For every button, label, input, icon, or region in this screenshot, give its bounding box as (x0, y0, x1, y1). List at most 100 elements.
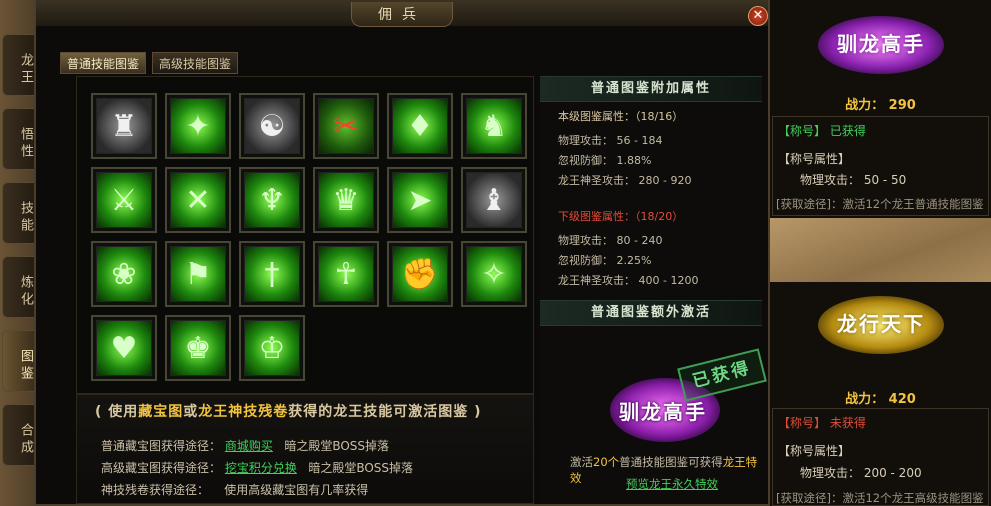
side-tab-codex[interactable]: 图鉴 (2, 330, 36, 392)
next-attr-ignore-def: 忽视防御： 2.25% (558, 254, 652, 267)
skill-slot[interactable]: ♆ (239, 167, 305, 233)
skill-slot[interactable]: ♦ (387, 93, 453, 159)
tab-normal-codex[interactable]: 普通技能图鉴 (60, 52, 147, 74)
lotus-meditation-icon: ❀ (96, 246, 152, 302)
side-tab-synthesis[interactable]: 合成 (2, 404, 36, 466)
skill-slot[interactable]: ✕ (165, 167, 231, 233)
source-row-normal-map: 普通藏宝图获得途径： 商城购买 暗之殿堂BOSS掉落 (101, 437, 389, 454)
title-card-dragon-tamer: 驯龙高手 战力： 290 【称号】 已获得 【称号属性】 物理攻击： 50 - … (770, 0, 991, 218)
giant-sword-icon: † (244, 246, 300, 302)
next-attr-holy: 龙王神圣攻击： 400 - 1200 (558, 274, 699, 287)
heart-orb-icon: ♥ (96, 320, 152, 376)
shop-link[interactable]: 商城购买 (225, 439, 273, 453)
skill-slot[interactable]: ♔ (239, 315, 305, 381)
current-attr-physical: 物理攻击： 56 - 184 (558, 134, 663, 147)
desc-count: 20个 (593, 455, 620, 469)
energy-blade-icon: ⚔ (96, 172, 152, 228)
current-attr-ignore-def: 忽视防御： 1.88% (558, 154, 652, 167)
title-state: 已获得 (829, 124, 866, 138)
skill-grid: ♜ ✦ ☯ ✂ ♦ ♞ ⚔ ✕ ♆ ♛ ➤ ♝ ❀ ⚑ † ☥ ✊ ✧ ♥ ♚ ♔ (76, 76, 534, 394)
skill-slot[interactable]: ⚔ (91, 167, 157, 233)
card-title-status: 【称号】 未获得 (778, 414, 866, 431)
mercenary-window: 佣兵 ✕ 普通技能图鉴 高级技能图鉴 ♜ ✦ ☯ ✂ ♦ ♞ ⚔ ✕ ♆ ♛ ➤ ♝ ❀ ⚑ † ☥ ✊ ✧ ♥ ♚ ♔… (34, 0, 770, 506)
next-level-label: 下级图鉴属性：（18/20） (558, 210, 684, 223)
hint-treasure-map: 藏宝图 (138, 404, 184, 420)
crossed-blades-icon: ✕ (170, 172, 226, 228)
source-extra: 使用高级藏宝图有几率获得 (224, 483, 369, 497)
skill-slot[interactable]: ➤ (387, 167, 453, 233)
source-label: 普通藏宝图获得途径： (101, 439, 222, 453)
current-level-label: 本级图鉴属性：（18/16） (558, 110, 684, 123)
attr-heading: 普通图鉴附加属性 (540, 76, 762, 102)
skill-slot[interactable]: ✊ (387, 241, 453, 307)
dragon-tamer-badge: 驯龙高手 (806, 8, 956, 82)
skill-slot[interactable]: ♜ (91, 93, 157, 159)
source-extra: 暗之殿堂BOSS掉落 (284, 439, 390, 453)
skill-slot[interactable]: ✂ (313, 93, 379, 159)
card-attr-value: 物理攻击： 200 - 200 (800, 466, 922, 480)
extra-heading: 普通图鉴额外激活 (540, 300, 762, 326)
window-title-bar: 佣兵 (36, 0, 768, 27)
source-extra: 暗之殿堂BOSS掉落 (308, 461, 414, 475)
dragon-tamer-medal: 驯龙高手 已获得 (580, 338, 767, 448)
side-tab-skills[interactable]: 技能 (2, 182, 36, 244)
skill-slot[interactable]: ♚ (165, 315, 231, 381)
skill-slot[interactable]: ♞ (461, 93, 527, 159)
side-tab-dragon-king[interactable]: 龙王 (2, 34, 36, 96)
title-tag: 【称号】 (778, 416, 827, 430)
source-row-scroll: 神技残卷获得途径： 使用高级藏宝图有几率获得 (101, 481, 368, 498)
skill-slot[interactable]: ♝ (461, 167, 527, 233)
skill-slot[interactable]: ♥ (91, 315, 157, 381)
codex-tabs: 普通技能图鉴 高级技能图鉴 (60, 52, 244, 74)
tab-advanced-codex[interactable]: 高级技能图鉴 (152, 52, 239, 74)
dragon-head-icon: ♞ (466, 98, 522, 154)
points-exchange-link[interactable]: 挖宝积分兑换 (225, 461, 297, 475)
current-attr-holy: 龙王神圣攻击： 280 - 920 (558, 174, 692, 187)
crystal-shards-icon: ♦ (392, 98, 448, 154)
flexing-giant-icon: ♛ (318, 172, 374, 228)
source-info-box: ( 使用藏宝图或龙王神技残卷获得的龙王技能可激活图鉴 ) 普通藏宝图获得途径： … (76, 394, 534, 504)
fist-icon: ✊ (392, 246, 448, 302)
skill-slot[interactable]: ✧ (461, 241, 527, 307)
desc-text: 激活 (570, 455, 593, 469)
preview-effect-link[interactable]: 预览龙王永久特效 (626, 476, 718, 492)
next-attr-physical: 物理攻击： 80 - 240 (558, 234, 663, 247)
obtained-stamp: 已获得 (677, 348, 767, 402)
card-source: [获取途径]：激活12个龙王普通技能图鉴 (776, 197, 984, 211)
side-tab-refine[interactable]: 炼化 (2, 256, 36, 318)
skill-slot[interactable]: ♛ (313, 167, 379, 233)
hint-text: ( 使用 (95, 404, 139, 420)
card-medal-title: 驯龙高手 (837, 32, 925, 56)
source-row-advanced-map: 高级藏宝图获得途径： 挖宝积分兑换 暗之殿堂BOSS掉落 (101, 459, 413, 476)
hint-text: 获得的龙王技能可激活图鉴 ) (288, 404, 482, 420)
skill-slot[interactable]: ☥ (313, 241, 379, 307)
desert-backdrop (770, 218, 991, 282)
double-bicep-icon: ♔ (244, 320, 300, 376)
hint-text: 或 (183, 404, 199, 420)
card-medal-title: 龙行天下 (837, 312, 925, 336)
desc-text: 普通技能图鉴可获得 (619, 455, 723, 469)
leaping-figure-icon: ✦ (170, 98, 226, 154)
card-attr-heading: 【称号属性】 (778, 444, 851, 458)
card-power: 战力： 420 (845, 392, 916, 407)
source-label: 神技残卷获得途径： (101, 483, 210, 497)
charging-figure-icon: ➤ (392, 172, 448, 228)
medal-title: 驯龙高手 (619, 400, 707, 424)
source-label: 高级藏宝图获得途径： (101, 461, 222, 475)
dark-warrior-icon: ♝ (466, 172, 522, 228)
dragon-reign-badge: 龙行天下 (806, 288, 956, 362)
skill-slot[interactable]: ❀ (91, 241, 157, 307)
title-state: 未获得 (829, 416, 866, 430)
skill-slot[interactable]: † (239, 241, 305, 307)
skill-slot[interactable]: ✦ (165, 93, 231, 159)
blood-slash-icon: ✂ (318, 98, 374, 154)
demon-statue-icon: ♆ (244, 172, 300, 228)
close-icon[interactable]: ✕ (748, 6, 768, 26)
skill-slot[interactable]: ⚑ (165, 241, 231, 307)
meditating-figure-icon: ☯ (244, 98, 300, 154)
title-card-dragon-reign: 龙行天下 战力： 420 【称号】 未获得 【称号属性】 物理攻击： 200 -… (770, 282, 991, 506)
side-tab-insight[interactable]: 悟性 (2, 108, 36, 170)
fighter-pair-icon: ⚑ (170, 246, 226, 302)
skill-slot[interactable]: ☯ (239, 93, 305, 159)
card-title-status: 【称号】 已获得 (778, 122, 866, 139)
